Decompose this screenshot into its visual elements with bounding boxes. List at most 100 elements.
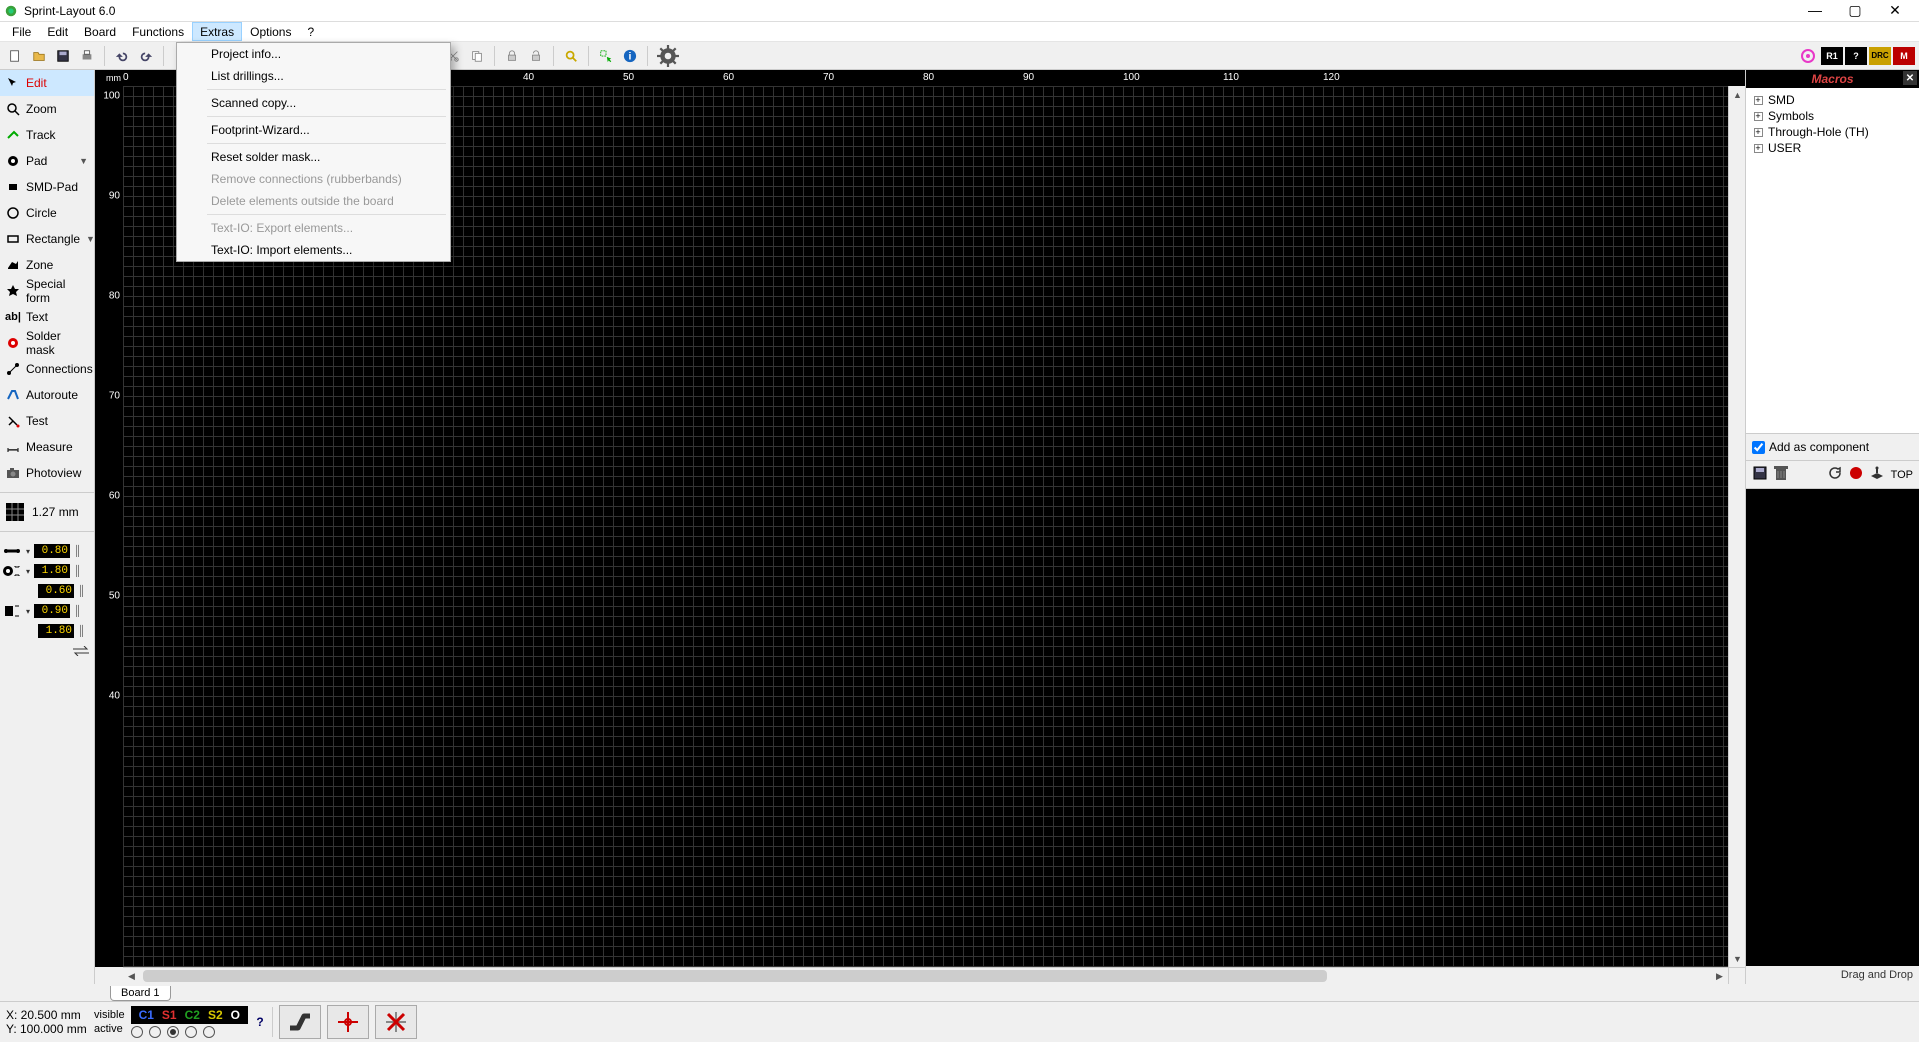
tool-smd-pad[interactable]: SMD-Pad (0, 174, 94, 200)
macro-layer-icon[interactable] (1869, 466, 1885, 483)
param-pad-inner[interactable]: 0.60 ║ (2, 582, 92, 600)
tool-zone[interactable]: Zone (0, 252, 94, 278)
tool-pad[interactable]: Pad▼ (0, 148, 94, 174)
close-button[interactable]: ✕ (1883, 2, 1907, 19)
scrollbar-vertical[interactable]: ▲ ▼ (1728, 86, 1745, 967)
dropdown-item-project-info[interactable]: Project info... (177, 43, 450, 65)
tool-connections[interactable]: Connections (0, 356, 94, 382)
menu-edit[interactable]: Edit (39, 22, 76, 41)
tool-rectangle[interactable]: Rectangle▼ (0, 226, 94, 252)
tool-zoom[interactable]: Zoom (0, 96, 94, 122)
tree-item-smd[interactable]: +SMD (1750, 92, 1915, 108)
layer-radio-s2[interactable] (185, 1026, 197, 1038)
help-tool-button[interactable]: ? (1845, 47, 1867, 65)
tool-circle[interactable]: Circle (0, 200, 94, 226)
ruler-h-tick: 60 (723, 72, 734, 83)
circle-icon (6, 206, 20, 220)
menu-extras[interactable]: Extras (192, 22, 242, 41)
tool-test[interactable]: Test (0, 408, 94, 434)
dropdown-item-list-drillings[interactable]: List drillings... (177, 65, 450, 87)
layer-radio-c1[interactable] (131, 1026, 143, 1038)
lock-button[interactable] (501, 45, 523, 67)
layer-radio-c2[interactable] (167, 1026, 179, 1038)
origin-button[interactable] (327, 1005, 369, 1039)
gear-button[interactable] (654, 43, 682, 69)
help-hint[interactable]: ? (254, 1015, 266, 1029)
m-button[interactable]: M (1893, 47, 1915, 65)
tree-item-user[interactable]: +USER (1750, 140, 1915, 156)
target-icon[interactable] (1797, 47, 1819, 65)
scrollbar-horizontal[interactable]: ◀ ▶ (123, 967, 1728, 984)
scroll-left-arrow[interactable]: ◀ (123, 968, 140, 985)
scroll-right-arrow[interactable]: ▶ (1711, 968, 1728, 985)
save-button[interactable] (52, 45, 74, 67)
tool-autoroute[interactable]: Autoroute (0, 382, 94, 408)
macro-delete-icon[interactable] (1774, 465, 1788, 484)
tool-edit[interactable]: Edit (0, 70, 94, 96)
menu-help[interactable]: ? (299, 22, 322, 41)
tree-item-symbols[interactable]: +Symbols (1750, 108, 1915, 124)
param-smd-h-value: 1.80 (38, 624, 74, 638)
layer-radio-s1[interactable] (149, 1026, 161, 1038)
copy-button[interactable] (466, 45, 488, 67)
redo-button[interactable] (135, 45, 157, 67)
menu-file[interactable]: File (4, 22, 39, 41)
maximize-button[interactable]: ▢ (1843, 2, 1867, 19)
macro-record-icon[interactable] (1849, 466, 1863, 483)
zoom-tool-button[interactable] (560, 45, 582, 67)
new-button[interactable] (4, 45, 26, 67)
scrollbar-thumb[interactable] (143, 970, 1327, 982)
scroll-up-arrow[interactable]: ▲ (1729, 86, 1746, 103)
tool-photoview[interactable]: Photoview (0, 460, 94, 486)
tool-special-form[interactable]: Special form (0, 278, 94, 304)
print-button[interactable] (76, 45, 98, 67)
tool-measure[interactable]: Measure (0, 434, 94, 460)
dropdown-item-reset-solder-mask[interactable]: Reset solder mask... (177, 146, 450, 168)
select-button[interactable] (595, 45, 617, 67)
svg-text:i: i (629, 50, 632, 62)
minimize-button[interactable]: — (1803, 2, 1827, 19)
open-button[interactable] (28, 45, 50, 67)
info-button[interactable]: i (619, 45, 641, 67)
tool-text[interactable]: ab|Text (0, 304, 94, 330)
layer-o[interactable]: O (231, 1008, 240, 1022)
no-origin-button[interactable] (375, 1005, 417, 1039)
param-smd-w[interactable]: ▾ 0.90 ║ (2, 602, 92, 620)
track-style-button[interactable] (279, 1005, 321, 1039)
param-track-width[interactable]: ▾ 0.80 ║ (2, 542, 92, 560)
param-smd-h[interactable]: 1.80 ║ (2, 622, 92, 640)
tree-expand-icon[interactable]: + (1752, 144, 1764, 153)
tree-expand-icon[interactable]: + (1752, 96, 1764, 105)
tool-solder-mask[interactable]: Solder mask (0, 330, 94, 356)
param-swap[interactable] (2, 642, 92, 660)
tool-track[interactable]: Track (0, 122, 94, 148)
board-tab-1[interactable]: Board 1 (110, 986, 171, 1001)
tree-expand-icon[interactable]: + (1752, 128, 1764, 137)
add-as-component-checkbox[interactable] (1752, 441, 1765, 454)
menu-board[interactable]: Board (76, 22, 124, 41)
status-bar: X: 20.500 mm Y: 100.000 mm visible activ… (0, 1001, 1919, 1042)
tree-item-through-hole-th-[interactable]: +Through-Hole (TH) (1750, 124, 1915, 140)
layer-s2[interactable]: S2 (208, 1008, 223, 1022)
menu-options[interactable]: Options (242, 22, 299, 41)
macros-close-button[interactable]: ✕ (1903, 71, 1917, 85)
macro-save-icon[interactable] (1752, 465, 1768, 484)
param-pad-outer[interactable]: ▾ 1.80 ║ (2, 562, 92, 580)
drc-button[interactable]: DRC (1869, 47, 1891, 65)
unlock-button[interactable] (525, 45, 547, 67)
layer-radio-o[interactable] (203, 1026, 215, 1038)
layer-c1[interactable]: C1 (139, 1008, 154, 1022)
layer-s1[interactable]: S1 (162, 1008, 177, 1022)
dropdown-item-text-io-import-elements[interactable]: Text-IO: Import elements... (177, 239, 450, 261)
undo-button[interactable] (111, 45, 133, 67)
scroll-down-arrow[interactable]: ▼ (1729, 950, 1746, 967)
macro-tree[interactable]: +SMD+Symbols+Through-Hole (TH)+USER (1746, 88, 1919, 433)
dropdown-item-footprint-wizard[interactable]: Footprint-Wizard... (177, 119, 450, 141)
tree-expand-icon[interactable]: + (1752, 112, 1764, 121)
menu-functions[interactable]: Functions (124, 22, 192, 41)
r1-button[interactable]: R1 (1821, 47, 1843, 65)
dropdown-item-scanned-copy[interactable]: Scanned copy... (177, 92, 450, 114)
macro-refresh-icon[interactable] (1827, 465, 1843, 484)
grid-size-display[interactable]: 1.27 mm (0, 499, 94, 525)
layer-c2[interactable]: C2 (185, 1008, 200, 1022)
